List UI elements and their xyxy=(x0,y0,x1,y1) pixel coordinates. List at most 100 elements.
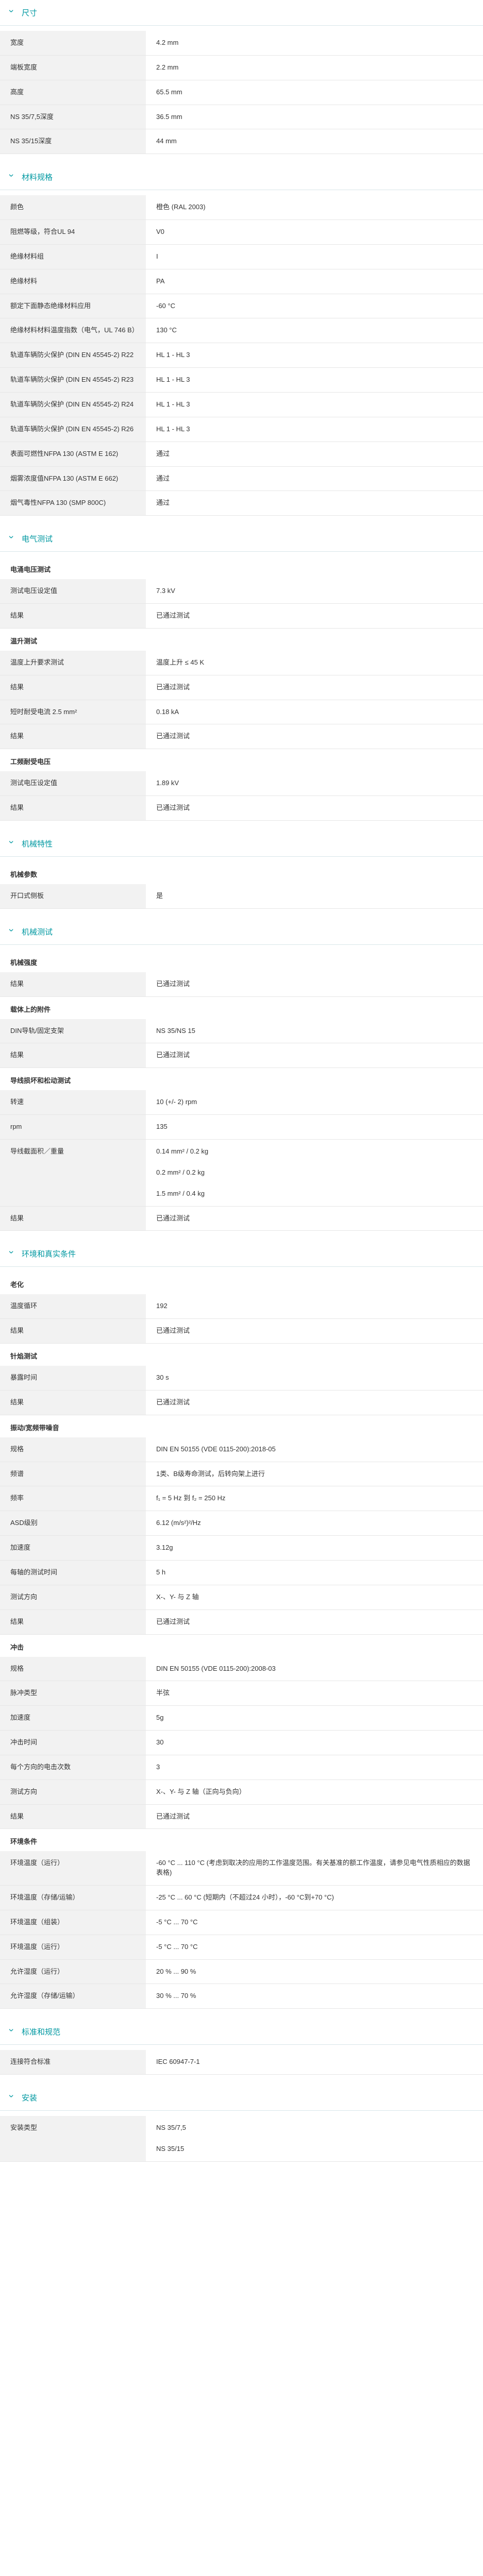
property-key: 加速度 xyxy=(0,1535,146,1561)
property-value-line: 0.14 mm² / 0.2 kg xyxy=(156,1147,209,1155)
property-value: 5g xyxy=(146,1705,483,1731)
property-row: 允许湿度（运行） 20 % ... 90 % xyxy=(0,1959,483,1985)
section-header[interactable]: › 电气测试 xyxy=(0,526,483,552)
property-table: 宽度 4.2 mm 端板宽度 2.2 mm 高度 65.5 mm NS 35/7,5深度 36… xyxy=(0,31,483,155)
property-table: 温度循环 192 结果 已通过测试 xyxy=(0,1294,483,1344)
property-value-line: X-、Y- 与 Z 轴（正向与负向） xyxy=(156,1787,246,1795)
section-header[interactable]: › 环境和真实条件 xyxy=(0,1241,483,1267)
property-key: NS 35/15深度 xyxy=(0,129,146,155)
property-key: 温度循环 xyxy=(0,1294,146,1319)
section-title: 机械测试 xyxy=(22,927,53,937)
section-header[interactable]: › 材料规格 xyxy=(0,164,483,191)
property-value: 3 xyxy=(146,1755,483,1780)
property-value: 已通过测试 xyxy=(146,972,483,997)
property-key: 结果 xyxy=(0,1390,146,1415)
property-row: DIN导轨/固定支架 NS 35/NS 15 xyxy=(0,1019,483,1044)
property-row: 冲击时间 30 xyxy=(0,1730,483,1755)
property-row: 温度循环 192 xyxy=(0,1294,483,1319)
property-key: 结果 xyxy=(0,795,146,821)
property-value-line: 已通过测试 xyxy=(156,1327,190,1335)
section-title: 环境和真实条件 xyxy=(22,1250,76,1259)
property-value: IEC 60947-7-1 xyxy=(146,2050,483,2075)
property-value: 65.5 mm xyxy=(146,80,483,105)
property-row: 轨道车辆防火保护 (DIN EN 45545-2) R24 HL 1 - HL 3 xyxy=(0,392,483,417)
property-value-line: 30 % ... 70 % xyxy=(156,1992,196,2000)
property-value-line: -5 °C ... 70 °C xyxy=(156,1918,198,1926)
property-table: 开口式侧板 是 xyxy=(0,884,483,909)
property-value-line: HL 1 - HL 3 xyxy=(156,425,190,433)
property-key: 表面可燃性NFPA 130 (ASTM E 162) xyxy=(0,442,146,467)
property-table: 颜色 橙色 (RAL 2003) 阻燃等级，符合UL 94 V0 绝缘材料组 I 绝缘材料 P… xyxy=(0,195,483,516)
property-value: 135 xyxy=(146,1114,483,1140)
property-row: 结果 已通过测试 xyxy=(0,1804,483,1829)
property-value-line: -5 °C ... 70 °C xyxy=(156,1942,198,1951)
property-value-line: 已通过测试 xyxy=(156,1214,190,1222)
property-value: 36.5 mm xyxy=(146,105,483,130)
property-key: 绝缘材料 xyxy=(0,269,146,294)
section-header[interactable]: › 安装 xyxy=(0,2085,483,2111)
property-row: 结果 已通过测试 xyxy=(0,972,483,997)
property-value-line: DIN EN 50155 (VDE 0115-200):2008-03 xyxy=(156,1664,276,1672)
property-value: 通过 xyxy=(146,490,483,516)
property-row: 烟雾浓度值NFPA 130 (ASTM E 662) 通过 xyxy=(0,466,483,492)
property-table: 测试电压设定值 1.89 kV 结果 已通过测试 xyxy=(0,771,483,821)
chevron-right-icon[interactable]: › xyxy=(6,174,17,180)
property-table: 规格 DIN EN 50155 (VDE 0115-200):2008-03 脉冲类… xyxy=(0,1656,483,1829)
property-row: rpm 135 xyxy=(0,1114,483,1140)
chevron-right-icon[interactable]: › xyxy=(6,928,17,935)
property-key: 脉冲类型 xyxy=(0,1681,146,1706)
group-title: 导线损坏和松动测试 xyxy=(10,1077,71,1085)
property-row: 结果 已通过测试 xyxy=(0,795,483,821)
chevron-right-icon[interactable]: › xyxy=(6,2095,17,2101)
chevron-right-icon[interactable]: › xyxy=(6,840,17,846)
property-value-line: 温度上升 ≤ 45 K xyxy=(156,658,205,666)
property-value: -60 °C xyxy=(146,294,483,319)
property-row: 暴露时间 30 s xyxy=(0,1366,483,1391)
property-row: 颜色 橙色 (RAL 2003) xyxy=(0,195,483,221)
property-value-line: 0.2 mm² / 0.2 kg xyxy=(156,1168,205,1176)
property-key: 宽度 xyxy=(0,31,146,56)
property-key: 烟气毒性NFPA 130 (SMP 800C) xyxy=(0,490,146,516)
property-table: 转速 10 (+/- 2) rpm rpm 135 导线截面积／重量 0.14 mm² /… xyxy=(0,1090,483,1231)
property-value: 通过 xyxy=(146,466,483,492)
section-header[interactable]: › 机械特性 xyxy=(0,831,483,857)
property-value-line: HL 1 - HL 3 xyxy=(156,351,190,359)
property-value: 5 h xyxy=(146,1560,483,1585)
property-row: 短时耐受电流 2.5 mm² 0.18 kA xyxy=(0,700,483,725)
property-key: 环境温度（组装） xyxy=(0,1910,146,1935)
property-key: 短时耐受电流 2.5 mm² xyxy=(0,700,146,725)
section-header[interactable]: › 尺寸 xyxy=(0,0,483,26)
section-header[interactable]: › 标准和规范 xyxy=(0,2019,483,2045)
chevron-right-icon[interactable]: › xyxy=(6,1251,17,1257)
chevron-right-icon[interactable]: › xyxy=(6,2029,17,2035)
section-title: 电气测试 xyxy=(22,535,53,544)
property-key: NS 35/7,5深度 xyxy=(0,105,146,130)
property-key: 冲击时间 xyxy=(0,1730,146,1755)
section-body: 机械参数 开口式侧板 是 xyxy=(0,857,483,919)
section-body: 安装类型 NS 35/7,5 NS 35/15 xyxy=(0,2111,483,2172)
group-title: 载体上的附件 xyxy=(10,1005,51,1013)
property-row: 结果 已通过测试 xyxy=(0,1609,483,1635)
chevron-right-icon[interactable]: › xyxy=(6,10,17,16)
property-value-line: 130 °C xyxy=(156,326,177,334)
property-key: 结果 xyxy=(0,972,146,997)
property-value: 1.89 kV xyxy=(146,771,483,796)
property-value: -5 °C ... 70 °C xyxy=(146,1910,483,1935)
group-title: 针焰测试 xyxy=(10,1352,38,1361)
property-row: 宽度 4.2 mm xyxy=(0,31,483,56)
property-row: 结果 已通过测试 xyxy=(0,1390,483,1415)
property-value-line: f₁ = 5 Hz 到 f₂ = 250 Hz xyxy=(156,1494,226,1502)
section-header[interactable]: › 机械测试 xyxy=(0,919,483,945)
property-key: 连接符合标准 xyxy=(0,2050,146,2075)
property-value: 已通过测试 xyxy=(146,1804,483,1829)
property-value: X-、Y- 与 Z 轴（正向与负向） xyxy=(146,1780,483,1805)
property-value: 是 xyxy=(146,884,483,909)
property-value-line: 10 (+/- 2) rpm xyxy=(156,1098,197,1106)
property-value-line: 已通过测试 xyxy=(156,1398,190,1406)
property-key: 温度上升要求测试 xyxy=(0,650,146,675)
chevron-right-icon[interactable]: › xyxy=(6,536,17,542)
property-row: 测试方向 X-、Y- 与 Z 轴 xyxy=(0,1585,483,1610)
section-body: 宽度 4.2 mm 端板宽度 2.2 mm 高度 65.5 mm NS 35/7,5深度 36… xyxy=(0,26,483,164)
property-value-line: 192 xyxy=(156,1302,168,1310)
property-value-line: 通过 xyxy=(156,474,170,482)
